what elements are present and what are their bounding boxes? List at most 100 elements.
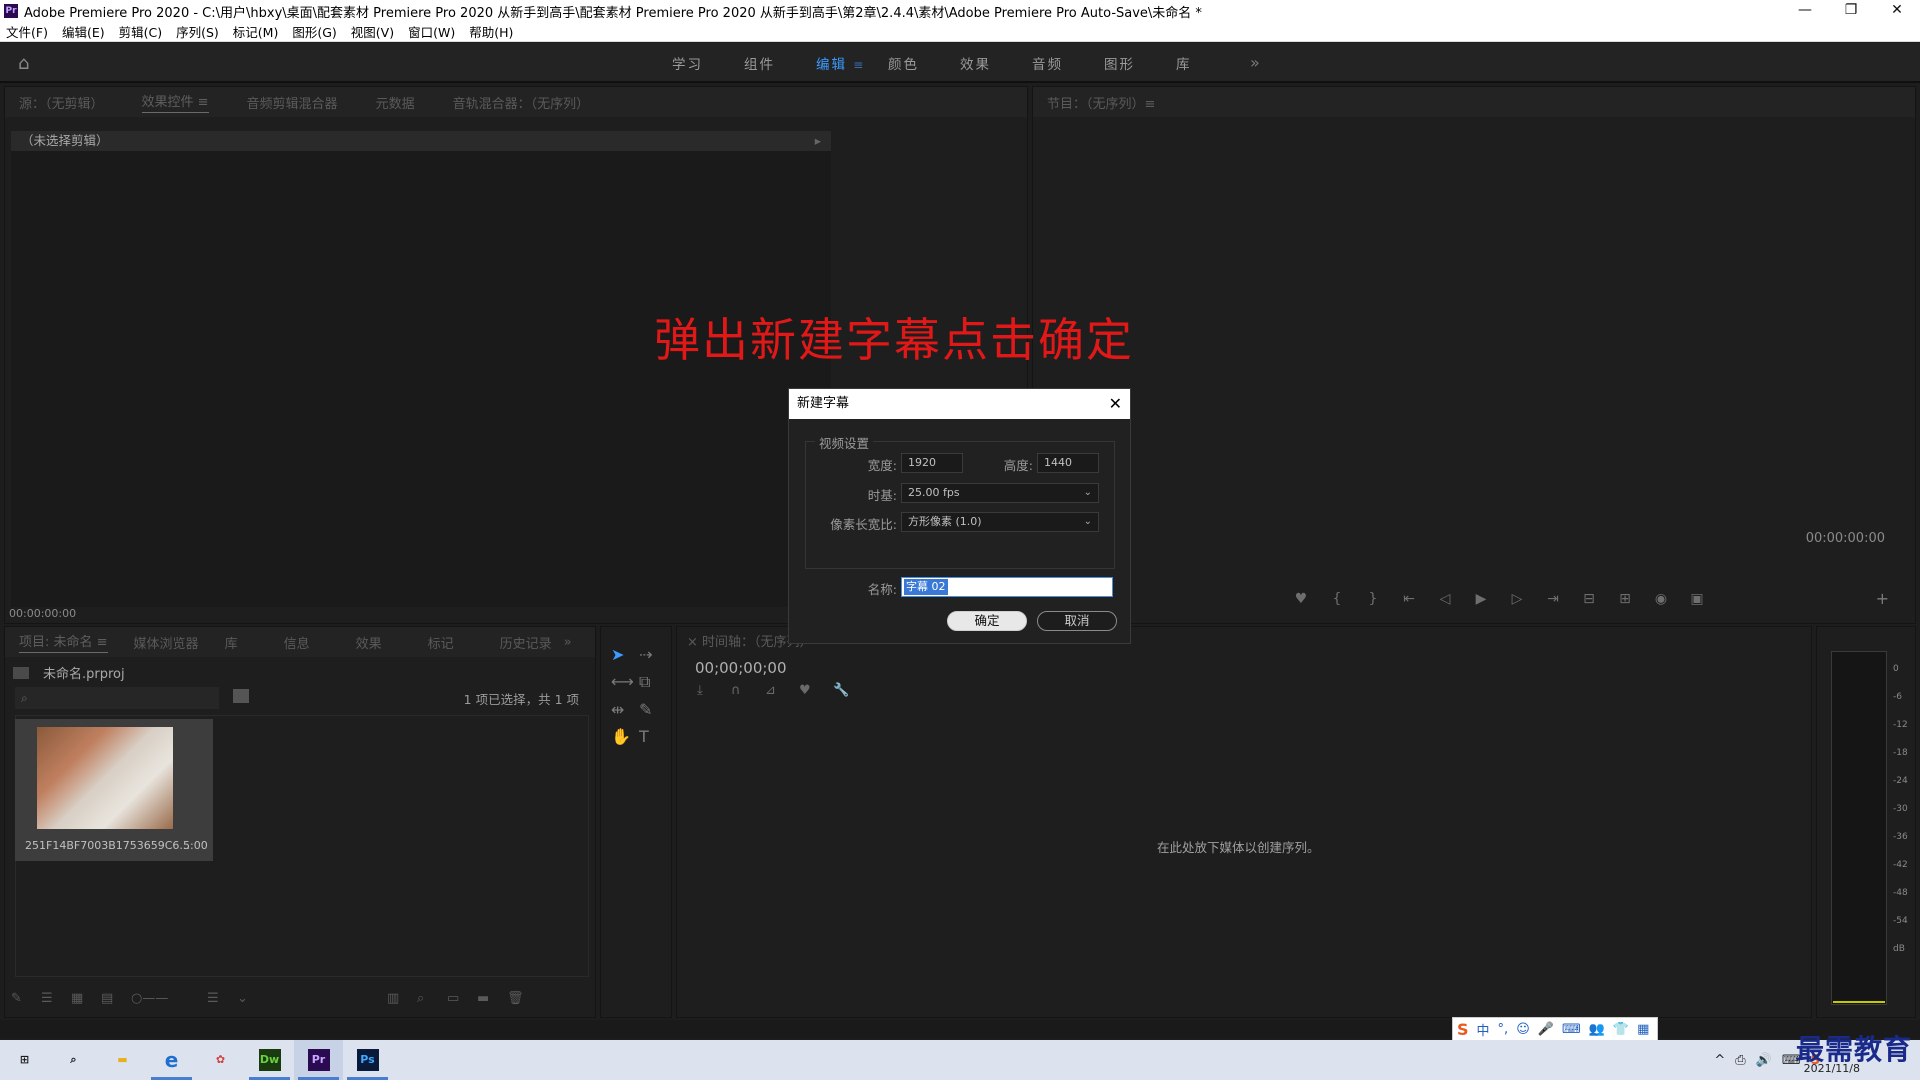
ime-skin-icon[interactable]: 👕 — [1613, 1022, 1629, 1037]
menu-markers[interactable]: 标记(M) — [233, 22, 279, 41]
dialog-close-icon[interactable]: ✕ — [1109, 389, 1122, 419]
tab-audio-track-mixer[interactable]: 音轨混合器：（无序列） — [453, 93, 590, 112]
snap-icon[interactable]: ∩ — [731, 683, 765, 698]
workspace-tab-color[interactable]: 颜色 — [888, 53, 960, 73]
menu-window[interactable]: 窗口(W) — [408, 22, 455, 41]
tab-history[interactable]: 历史记录 — [500, 633, 552, 652]
file-explorer-icon[interactable]: ▬ — [98, 1040, 147, 1080]
step-back-icon[interactable]: ◁ — [1427, 591, 1463, 607]
zoom-slider[interactable]: ○—— — [131, 991, 207, 1006]
pen-tool-icon[interactable]: ✎ — [639, 700, 667, 719]
menu-view[interactable]: 视图(V) — [351, 22, 394, 41]
width-field[interactable]: 1920 — [901, 453, 963, 473]
ime-emoji-icon[interactable]: ☺ — [1516, 1022, 1530, 1037]
find-icon[interactable]: ⌕ — [417, 991, 447, 1006]
list-view-icon[interactable]: ☰ — [41, 991, 71, 1006]
type-tool-icon[interactable]: T — [639, 727, 667, 746]
source-timecode[interactable]: 00:00:00:00 — [9, 607, 76, 620]
new-bin-icon[interactable]: ▭ — [447, 991, 477, 1006]
ime-voice-icon[interactable]: 🎤 — [1538, 1022, 1554, 1037]
workspace-tab-editing[interactable]: 编辑 ≡ — [816, 53, 888, 73]
button-editor-icon[interactable]: + — [1876, 589, 1889, 608]
sogou-logo-icon[interactable]: S — [1457, 1020, 1469, 1039]
tab-metadata[interactable]: 元数据 — [376, 93, 415, 112]
timebase-select[interactable]: 25.00 fps ⌄ — [901, 483, 1099, 503]
go-to-in-icon[interactable]: ⇤ — [1391, 591, 1427, 607]
ime-punctuation-icon[interactable]: °, — [1498, 1022, 1509, 1037]
automate-to-sequence-icon[interactable]: ▥ — [387, 991, 417, 1006]
dreamweaver-icon[interactable]: Dw — [245, 1040, 294, 1080]
workspace-tab-assembly[interactable]: 组件 — [744, 53, 816, 73]
new-search-bin-icon[interactable] — [233, 689, 249, 703]
title-name-input[interactable]: 字幕 02 — [901, 577, 1113, 597]
ime-keyboard-icon[interactable]: ⌨ — [1562, 1022, 1581, 1037]
minimize-button[interactable]: — — [1782, 0, 1828, 22]
go-to-out-icon[interactable]: ⇥ — [1535, 591, 1571, 607]
tab-effect-controls[interactable]: 效果控件 ≡ — [141, 91, 209, 113]
menu-file[interactable]: 文件(F) — [6, 22, 48, 41]
icon-view-icon[interactable]: ▦ — [71, 991, 101, 1006]
export-frame-icon[interactable]: ◉ — [1643, 591, 1679, 607]
windows-start-icon[interactable]: ⊞ — [0, 1040, 49, 1080]
home-icon[interactable]: ⌂ — [18, 53, 38, 74]
ime-chinese-mode[interactable]: 中 — [1477, 1020, 1490, 1039]
comparison-view-icon[interactable]: ▣ — [1679, 591, 1715, 607]
hand-tool-icon[interactable]: ✋ — [611, 727, 639, 746]
selection-tool-icon[interactable]: ➤ — [611, 645, 639, 664]
volume-icon[interactable]: 🔊 — [1756, 1053, 1772, 1068]
ime-toolbox-icon[interactable]: ▦ — [1637, 1022, 1649, 1037]
height-field[interactable]: 1440 — [1037, 453, 1099, 473]
timeline-settings-icon[interactable]: 🔧 — [833, 683, 867, 698]
ime-user-icon[interactable]: 👥 — [1589, 1022, 1605, 1037]
workspace-menu-icon[interactable]: ≡ — [853, 58, 865, 72]
play-icon[interactable]: ▶ — [1463, 591, 1499, 607]
menu-graphics[interactable]: 图形(G) — [292, 22, 336, 41]
mark-out-icon[interactable]: } — [1355, 591, 1391, 607]
workspace-tab-effects[interactable]: 效果 — [960, 53, 1032, 73]
network-icon[interactable]: ⎙ — [1735, 1053, 1745, 1068]
edge-icon[interactable]: e — [147, 1040, 196, 1080]
insert-nest-icon[interactable]: ⤓ — [697, 683, 731, 698]
extract-icon[interactable]: ⊞ — [1607, 591, 1643, 607]
workspace-tab-libraries[interactable]: 库 — [1176, 53, 1248, 73]
track-select-tool-icon[interactable]: ⇢ — [639, 645, 667, 664]
panel-overflow-icon[interactable]: » — [564, 635, 572, 650]
add-marker-icon[interactable]: ♥ — [1283, 591, 1319, 607]
premiere-icon[interactable]: Pr — [294, 1040, 343, 1080]
tab-source[interactable]: 源：（无剪辑） — [19, 93, 104, 112]
project-search-input[interactable]: ⌕ — [15, 687, 219, 709]
tab-info[interactable]: 信息 — [284, 633, 310, 652]
menu-help[interactable]: 帮助(H) — [469, 22, 513, 41]
tab-effects[interactable]: 效果 — [356, 633, 382, 652]
program-monitor-title[interactable]: 节目：（无序列）≡ — [1047, 93, 1155, 112]
sort-icon[interactable]: ☰ — [207, 991, 237, 1006]
tab-libraries[interactable]: 库 — [225, 633, 238, 652]
ok-button[interactable]: 确定 — [947, 611, 1027, 631]
write-protect-icon[interactable]: ✎ — [11, 991, 41, 1006]
trash-icon[interactable]: 🗑 — [507, 991, 537, 1006]
close-window-button[interactable]: ✕ — [1874, 0, 1920, 22]
cancel-button[interactable]: 取消 — [1037, 611, 1117, 631]
search-icon[interactable]: ⌕ — [49, 1040, 98, 1080]
slip-tool-icon[interactable]: ⇹ — [611, 700, 639, 719]
clip-name[interactable]: 251F14BF7003B1753659C6... — [25, 839, 190, 852]
pixel-aspect-select[interactable]: 方形像素 (1.0) ⌄ — [901, 512, 1099, 532]
workspace-tab-learn[interactable]: 学习 — [672, 53, 744, 73]
workspace-tab-audio[interactable]: 音频 — [1032, 53, 1104, 73]
clip-thumbnail-image[interactable] — [37, 727, 173, 829]
workspace-tab-graphics[interactable]: 图形 — [1104, 53, 1176, 73]
mark-in-icon[interactable]: { — [1319, 591, 1355, 607]
sort-dropdown-icon[interactable]: ⌄ — [237, 991, 387, 1006]
paint-icon[interactable]: ✿ — [196, 1040, 245, 1080]
lift-icon[interactable]: ⊟ — [1571, 591, 1607, 607]
freeform-view-icon[interactable]: ▤ — [101, 991, 131, 1006]
expand-arrow-icon[interactable]: ▸ — [815, 131, 821, 151]
tab-markers[interactable]: 标记 — [428, 633, 454, 652]
program-timecode[interactable]: 00:00:00:00 — [1806, 531, 1885, 546]
timeline-timecode[interactable]: 00;00;00;00 — [695, 659, 787, 677]
restore-button[interactable]: ❐ — [1828, 0, 1874, 22]
menu-sequence[interactable]: 序列(S) — [176, 22, 219, 41]
photoshop-icon[interactable]: Ps — [343, 1040, 392, 1080]
menu-clip[interactable]: 剪辑(C) — [119, 22, 162, 41]
tab-media-browser[interactable]: 媒体浏览器 — [134, 633, 199, 652]
